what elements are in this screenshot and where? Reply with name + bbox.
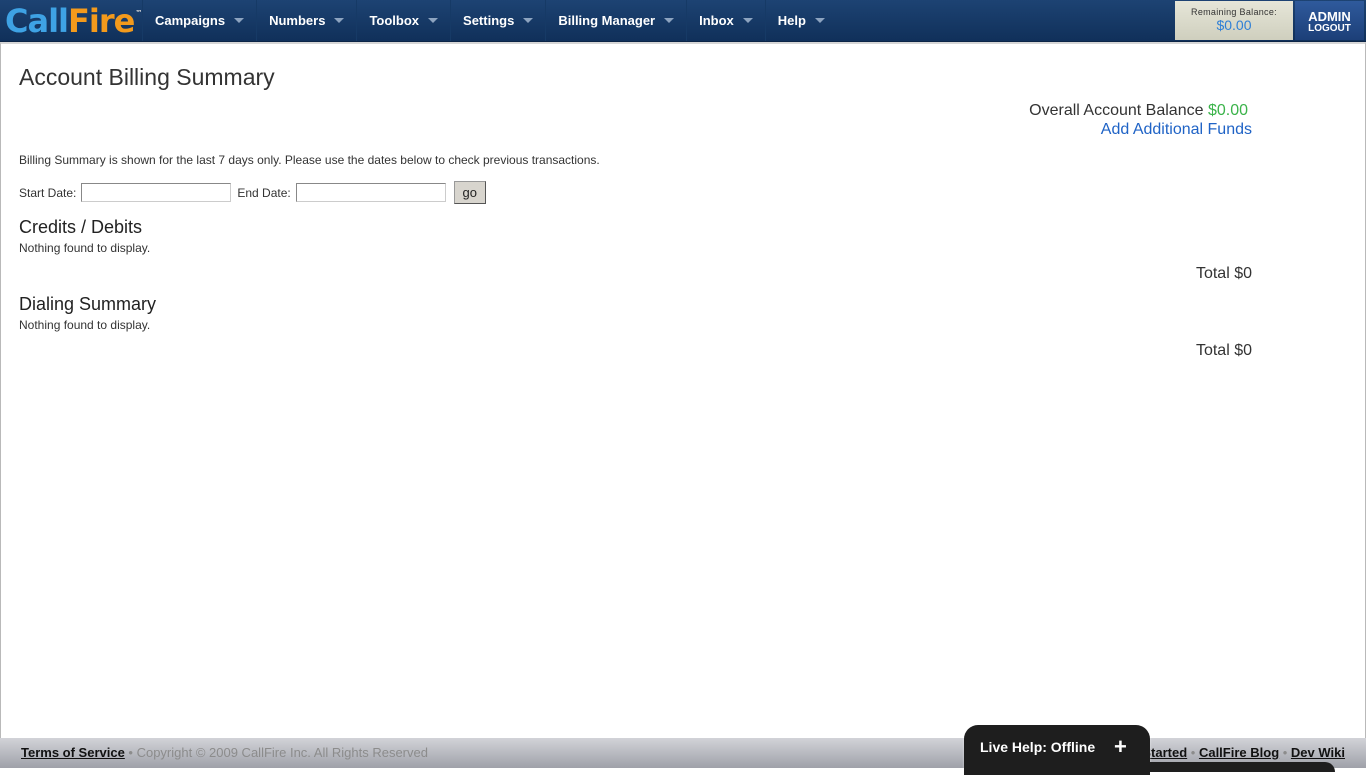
menu-help[interactable]: Help xyxy=(764,0,837,41)
date-filter-form: Start Date: End Date: go xyxy=(19,181,486,204)
remaining-balance-value: $0.00 xyxy=(1216,17,1252,33)
remaining-balance-label: Remaining Balance: xyxy=(1191,7,1277,17)
dialing-summary-total: Total $0 xyxy=(1195,342,1252,359)
chevron-down-icon xyxy=(334,18,345,23)
menu-label: Settings xyxy=(463,13,515,28)
menu-label: Inbox xyxy=(699,13,734,28)
live-help-panel-edge xyxy=(1140,762,1335,772)
live-help-status: Live Help: Offline xyxy=(980,739,1096,755)
top-navigation-bar: Call Fire ™ Campaigns Numbers Toolbox Sett… xyxy=(0,0,1366,42)
copyright-text: • Copyright © 2009 CallFire Inc. All Rig… xyxy=(124,745,428,760)
plus-icon[interactable]: + xyxy=(1114,734,1127,760)
start-date-input[interactable] xyxy=(81,183,232,202)
page-title: Account Billing Summary xyxy=(19,64,275,90)
credits-debits-total: Total $0 xyxy=(1195,265,1252,282)
admin-logout-button[interactable]: ADMIN LOGOUT xyxy=(1295,1,1364,40)
credits-debits-heading: Credits / Debits xyxy=(19,217,143,237)
end-date-label: End Date: xyxy=(237,185,291,200)
chevron-down-icon xyxy=(664,18,675,23)
overall-account-balance: Overall Account Balance $0.00 xyxy=(1029,102,1248,120)
go-button[interactable]: go xyxy=(453,181,486,204)
menu-label: Help xyxy=(777,13,806,28)
callfire-logo[interactable]: Call Fire ™ xyxy=(5,2,142,40)
separator: • xyxy=(1279,745,1291,760)
chevron-down-icon xyxy=(523,18,534,23)
menu-numbers[interactable]: Numbers xyxy=(256,0,356,41)
dialing-summary-heading: Dialing Summary xyxy=(19,294,157,314)
overall-balance-value: $0.00 xyxy=(1207,102,1248,119)
menu-inbox[interactable]: Inbox xyxy=(686,0,765,41)
trademark-mark: ™ xyxy=(135,9,142,17)
menu-toolbox[interactable]: Toolbox xyxy=(356,0,450,41)
menu-label: Campaigns xyxy=(155,13,226,28)
chevron-down-icon xyxy=(814,18,825,23)
callfire-blog-link[interactable]: CallFire Blog xyxy=(1199,745,1279,760)
overall-balance-label: Overall Account Balance xyxy=(1029,102,1204,119)
end-date-input[interactable] xyxy=(295,183,446,202)
credits-debits-empty-message: Nothing found to display. xyxy=(19,241,151,255)
chevron-down-icon xyxy=(234,18,245,23)
menu-label: Numbers xyxy=(269,13,326,28)
logo-fire-text: Fire xyxy=(68,2,135,40)
admin-label: ADMIN xyxy=(1308,9,1351,24)
main-menu: Campaigns Numbers Toolbox Settings Billi… xyxy=(142,0,837,41)
add-additional-funds-link[interactable]: Add Additional Funds xyxy=(1101,121,1252,139)
menu-campaigns[interactable]: Campaigns xyxy=(142,0,256,41)
terms-of-service-link[interactable]: Terms of Service xyxy=(21,745,125,760)
remaining-balance-box: Remaining Balance: $0.00 xyxy=(1175,1,1293,40)
menu-billing-manager[interactable]: Billing Manager xyxy=(545,0,686,41)
start-date-label: Start Date: xyxy=(19,185,77,200)
chevron-down-icon xyxy=(428,18,439,23)
chevron-down-icon xyxy=(742,18,753,23)
logo-call-text: Call xyxy=(5,2,69,40)
billing-notice: Billing Summary is shown for the last 7 … xyxy=(19,153,600,167)
dev-wiki-link[interactable]: Dev Wiki xyxy=(1291,745,1345,760)
menu-label: Toolbox xyxy=(369,13,420,28)
logout-label[interactable]: LOGOUT xyxy=(1295,23,1364,34)
separator: • xyxy=(1187,745,1199,760)
menu-label: Billing Manager xyxy=(558,13,656,28)
dialing-summary-empty-message: Nothing found to display. xyxy=(19,318,151,332)
content-frame xyxy=(0,42,1366,738)
menu-settings[interactable]: Settings xyxy=(450,0,545,41)
